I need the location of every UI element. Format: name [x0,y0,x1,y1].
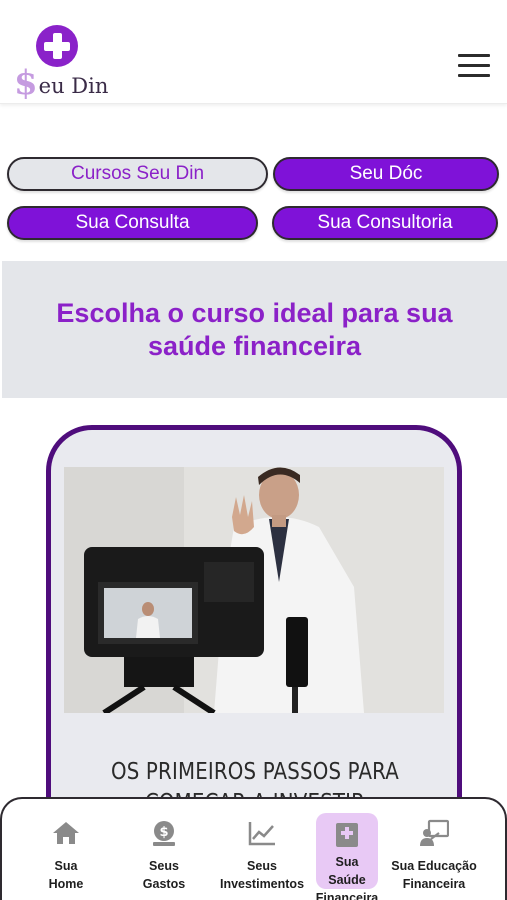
medical-book-icon [336,823,358,847]
chart-icon [248,822,275,846]
cursos-seu-din-label: Cursos Seu Din [70,163,205,184]
logo-dollar-symbol: $ [14,63,38,103]
nav-sua-home[interactable]: Sua Home [26,799,106,900]
logo-wordmark: $ eu Din [14,64,108,100]
nav-seus-gastos-label: Seus Gastos [142,859,186,891]
nav-sua-educacao-financeira-label: Sua Educação Financeira [391,859,477,891]
money-bag-icon: $ [153,821,175,846]
course-thumbnail-image[interactable] [64,467,444,713]
nav-sua-home-label: Sua Home [48,859,84,891]
seu-din-logo[interactable]: $ eu Din [14,22,108,102]
app-header: $ eu Din [0,0,507,104]
course-banner: Escolha o curso ideal para sua saúde fin… [2,261,507,398]
nav-seus-gastos[interactable]: $ Seus Gastos [124,799,204,900]
nav-seus-investimentos[interactable]: Seus Investimentos [214,799,310,900]
sua-consultoria-button[interactable]: Sua Consultoria [272,206,498,240]
cursos-seu-din-button[interactable]: Cursos Seu Din [7,157,268,191]
sua-consulta-label: Sua Consulta [75,212,190,233]
nav-sua-saude-financeira[interactable]: Sua Saúde Financeira [307,799,387,900]
plus-circle-icon [36,25,78,67]
teacher-icon [420,819,449,846]
nav-seus-investimentos-label: Seus Investimentos [219,859,305,891]
nav-sua-educacao-financeira[interactable]: Sua Educação Financeira [386,799,482,900]
sua-consultoria-label: Sua Consultoria [317,212,453,233]
banner-title: Escolha o curso ideal para sua saúde fin… [56,297,453,361]
home-icon [53,822,79,844]
bottom-navigation: Sua Home $ Seus Gastos Seus Investimento… [0,797,507,900]
sua-consulta-button[interactable]: Sua Consulta [7,206,258,240]
hamburger-menu-icon[interactable] [456,54,492,80]
nav-sua-saude-financeira-label: Sua Saúde Financeira [315,855,379,900]
seu-doc-label: Seu Dóc [349,163,423,184]
seu-doc-button[interactable]: Seu Dóc [273,157,499,191]
svg-text:$: $ [159,825,168,840]
logo-word: eu Din [38,74,109,98]
